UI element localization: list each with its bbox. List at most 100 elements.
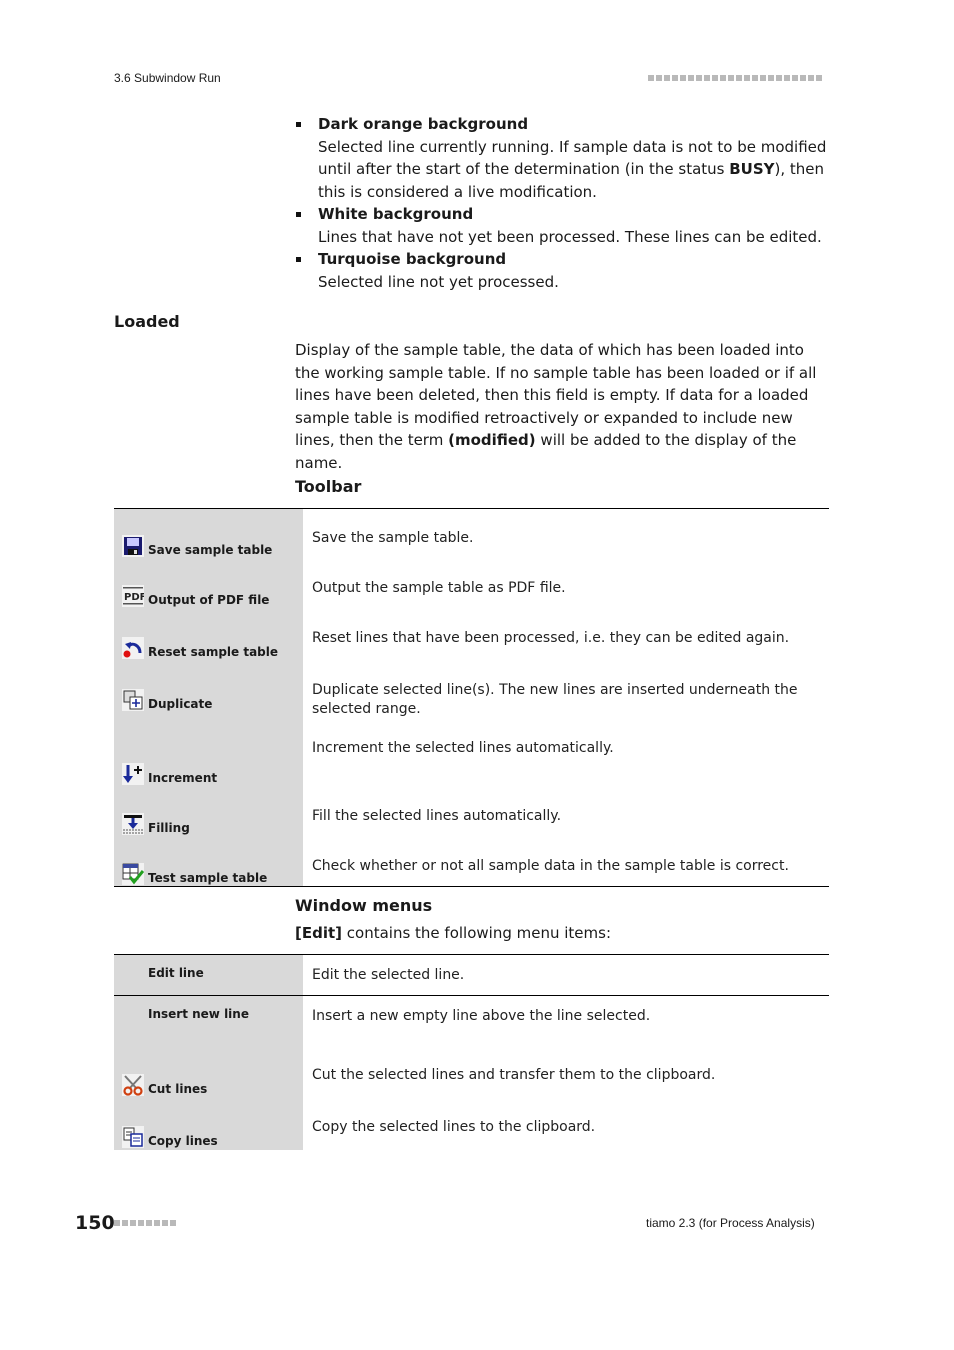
bullet-text: Selected line not yet processed.	[318, 272, 559, 291]
bullet-item: Turquoise background Selected line not y…	[295, 248, 835, 293]
decoration-dot	[122, 1220, 128, 1226]
decoration-dot	[114, 1220, 120, 1226]
table-row: PDF Output of PDF file Output the sample t…	[114, 558, 829, 609]
bullet-item: Dark orange background Selected line cur…	[295, 113, 835, 203]
item-label: Test sample table	[148, 870, 268, 885]
bullet-item: White background Lines that have not yet…	[295, 203, 835, 248]
item-label-wrap: PDF Output of PDF file	[122, 559, 303, 607]
item-label-wrap: Test sample table	[122, 837, 303, 885]
item-label-wrap: Duplicate	[122, 661, 303, 711]
decoration-dot	[664, 75, 670, 81]
pdf-icon: PDF	[122, 584, 146, 607]
test-table-icon	[122, 862, 145, 885]
status-color-list: Dark orange background Selected line cur…	[295, 113, 835, 293]
item-label: Edit line	[148, 966, 204, 980]
footer-product: tiamo 2.3 (for Process Analysis)	[646, 1216, 815, 1230]
decoration-dot	[816, 75, 822, 81]
item-label: Output of PDF file	[148, 592, 270, 607]
decoration-dot	[728, 75, 734, 81]
item-label-wrap: Increment	[122, 719, 303, 785]
decoration-dot	[162, 1220, 168, 1226]
item-label-cell: Edit line	[114, 954, 303, 996]
item-label-wrap: Filling	[122, 787, 303, 835]
bullet-text: Selected line currently running. If samp…	[318, 136, 835, 204]
loaded-heading: Loaded	[114, 312, 180, 331]
table-row: Increment Increment the selected lines au…	[114, 718, 829, 787]
bullet-title: Dark orange background	[318, 115, 529, 133]
decoration-dot	[696, 75, 702, 81]
table-row: Test sample table Check whether or not al…	[114, 836, 829, 887]
item-label-cell: Insert new line	[114, 995, 303, 1046]
scissors-icon	[122, 1073, 144, 1096]
item-label-wrap: Copy lines	[122, 1098, 303, 1148]
item-description: Fill the selected lines automatically.	[312, 807, 562, 824]
item-description: Output the sample table as PDF file.	[312, 579, 566, 596]
bullet-square-icon	[296, 212, 301, 217]
decoration-dot	[768, 75, 774, 81]
increment-icon	[122, 762, 144, 785]
item-label-cell: Filling	[114, 786, 303, 837]
item-label-wrap: Edit line	[122, 955, 303, 993]
item-label: Increment	[148, 770, 218, 785]
running-header-section: 3.6 Subwindow Run	[114, 71, 221, 85]
item-label: Cut lines	[148, 1081, 208, 1096]
bullet-square-icon	[296, 257, 301, 262]
table-row: Reset sample table Reset lines that have …	[114, 608, 829, 661]
bullet-title: Turquoise background	[318, 250, 507, 268]
item-description: Check whether or not all sample data in …	[312, 857, 789, 874]
table-row: Duplicate Duplicate selected line(s). The…	[114, 660, 829, 719]
decoration-dot	[656, 75, 662, 81]
item-label-wrap: Insert new line	[122, 996, 303, 1043]
item-description: Save the sample table.	[312, 530, 474, 546]
table-row: Edit line Edit the selected line.	[114, 954, 829, 996]
decoration-dot	[808, 75, 814, 81]
table-row: Copy lines Copy the selected lines to the…	[114, 1097, 829, 1150]
edit-menu-intro-text: contains the following menu items:	[342, 924, 612, 942]
modified-term: (modified)	[448, 431, 536, 449]
decoration-dot	[688, 75, 694, 81]
copy-icon	[122, 1125, 144, 1148]
item-label: Duplicate	[148, 696, 213, 711]
decoration-dot	[680, 75, 686, 81]
item-description: Cut the selected lines and transfer them…	[312, 1066, 716, 1083]
decoration-dot	[800, 75, 806, 81]
decoration-dot	[712, 75, 718, 81]
save-icon	[122, 535, 144, 557]
decoration-dot	[154, 1220, 160, 1226]
edit-menu-table: Edit line Edit the selected line. Insert n…	[114, 954, 829, 1150]
toolbar-table: Save sample table Save the sample table. P…	[114, 508, 829, 887]
item-label-cell: Duplicate	[114, 660, 303, 719]
item-label-cell: Test sample table	[114, 836, 303, 887]
item-label-cell: Save sample table	[114, 508, 303, 559]
table-row: Save sample table Save the sample table.	[114, 508, 829, 559]
decoration-dot	[648, 75, 654, 81]
decoration-dot	[672, 75, 678, 81]
duplicate-icon	[122, 688, 144, 711]
decoration-dot	[130, 1220, 136, 1226]
item-label-cell: Copy lines	[114, 1097, 303, 1150]
item-label-cell: Reset sample table	[114, 608, 303, 661]
decoration-dot	[170, 1220, 176, 1226]
item-label: Copy lines	[148, 1133, 218, 1148]
status-busy-term: BUSY	[729, 160, 775, 178]
decoration-dot	[744, 75, 750, 81]
decoration-dot	[704, 75, 710, 81]
item-description: Insert a new empty line above the line s…	[312, 1008, 651, 1024]
item-label-wrap: Reset sample table	[122, 609, 303, 659]
item-label: Save sample table	[148, 543, 273, 557]
item-label-wrap: Cut lines	[122, 1046, 303, 1096]
bullet-text: Lines that have not yet been processed. …	[318, 227, 822, 246]
table-row: Cut lines Cut the selected lines and tran…	[114, 1045, 829, 1098]
decoration-dot	[752, 75, 758, 81]
filling-icon	[122, 812, 144, 835]
item-label: Filling	[148, 820, 190, 835]
loaded-description: Display of the sample table, the data of…	[295, 339, 830, 474]
bullet-square-icon	[296, 122, 301, 127]
item-label-cell: Cut lines	[114, 1045, 303, 1098]
item-description: Copy the selected lines to the clipboard…	[312, 1118, 596, 1135]
window-menus-heading: Window menus	[295, 896, 433, 915]
svg-text:PDF: PDF	[124, 592, 144, 603]
edit-menu-intro: [Edit] contains the following menu items…	[295, 922, 611, 945]
toolbar-heading: Toolbar	[295, 477, 362, 496]
item-description: Duplicate selected line(s). The new line…	[312, 681, 798, 717]
